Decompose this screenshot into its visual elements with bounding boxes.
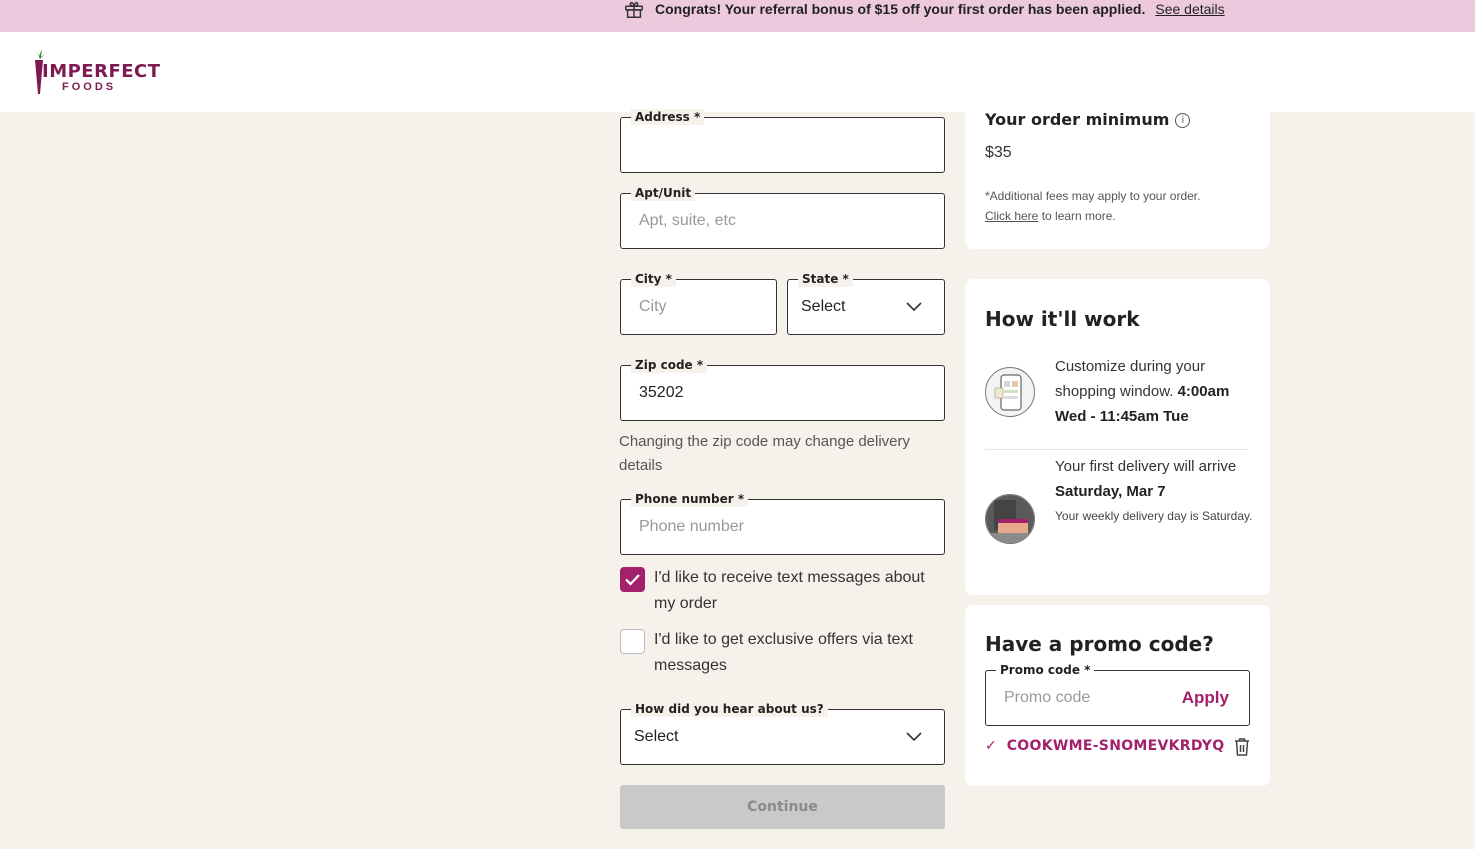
zip-code-label: Zip code * bbox=[631, 357, 708, 373]
step-shopping-window: Customize during your shopping window. 4… bbox=[985, 358, 1250, 447]
promo-code-title: Have a promo code? bbox=[985, 632, 1214, 656]
how-it-works-title: How it'll work bbox=[985, 307, 1140, 331]
address-field[interactable]: Address * bbox=[620, 109, 945, 173]
zip-helper-text: Changing the zip code may change deliver… bbox=[619, 433, 911, 474]
applied-promo-code: COOKWME-SNOMEVKRDYQ bbox=[1006, 737, 1225, 754]
zip-code-field[interactable]: Zip code * 35202 bbox=[620, 357, 945, 421]
applied-promo-row: ✓ COOKWME-SNOMEVKRDYQ bbox=[985, 737, 1251, 757]
step-delivery-text: Your first delivery will arrive Saturday… bbox=[1055, 454, 1255, 529]
state-select[interactable]: State * Select bbox=[787, 271, 945, 335]
apt-unit-field[interactable]: Apt/Unit Apt, suite, etc bbox=[620, 185, 945, 249]
check-icon: ✓ bbox=[985, 737, 997, 753]
referral-source-select[interactable]: How did you hear about us? Select bbox=[620, 701, 945, 765]
phone-app-icon bbox=[985, 367, 1035, 417]
promo-code-card: Have a promo code? Promo code * Promo co… bbox=[965, 605, 1270, 786]
phone-number-field[interactable]: Phone number * Phone number bbox=[620, 491, 945, 555]
step-shopping-text: Customize during your shopping window. 4… bbox=[1055, 354, 1255, 429]
checkmark-icon bbox=[624, 573, 640, 586]
state-label: State * bbox=[798, 271, 853, 287]
weekly-delivery-note: Your weekly delivery day is Saturday. bbox=[1055, 509, 1253, 523]
address-label: Address * bbox=[631, 109, 705, 125]
site-header: IMPERFECT FOODS bbox=[0, 32, 1475, 112]
order-minimum-note: *Additional fees may apply to your order… bbox=[985, 186, 1245, 226]
apt-unit-label: Apt/Unit bbox=[631, 185, 696, 201]
sms-order-checkbox[interactable] bbox=[620, 567, 645, 592]
order-minimum-card: Your order minimum i $35 *Additional fees… bbox=[965, 110, 1270, 249]
sms-offers-option: I'd like to get exclusive offers via tex… bbox=[620, 627, 949, 679]
apt-unit-placeholder: Apt, suite, etc bbox=[639, 212, 736, 229]
banner-message: Congrats! Your referral bonus of $15 off… bbox=[655, 1, 1146, 17]
gift-icon bbox=[625, 1, 643, 18]
info-icon[interactable]: i bbox=[1175, 113, 1191, 128]
trash-icon[interactable] bbox=[1233, 737, 1251, 757]
city-label: City * bbox=[631, 271, 676, 287]
click-here-link[interactable]: Click here bbox=[985, 209, 1038, 223]
apply-button[interactable]: Apply bbox=[1182, 688, 1229, 708]
sms-offers-text: I'd like to get exclusive offers via tex… bbox=[654, 631, 913, 674]
fees-note: *Additional fees may apply to your order… bbox=[985, 189, 1201, 203]
chevron-down-icon bbox=[906, 302, 922, 312]
how-it-works-card: How it'll work Customize during your sho… bbox=[965, 279, 1270, 595]
continue-button[interactable]: Continue bbox=[620, 785, 945, 829]
order-minimum-title-text: Your order minimum bbox=[985, 110, 1170, 129]
logo-wordmark: IMPERFECT bbox=[42, 61, 161, 82]
city-placeholder: City bbox=[639, 298, 667, 315]
promo-code-field[interactable]: Promo code * Promo code Apply bbox=[985, 662, 1250, 726]
sms-order-text: I'd like to receive text messages about … bbox=[654, 569, 925, 612]
order-minimum-title: Your order minimum i bbox=[985, 110, 1191, 129]
sms-offers-checkbox[interactable] bbox=[620, 629, 645, 654]
learn-more-text: to learn more. bbox=[1038, 209, 1116, 223]
promo-code-label: Promo code * bbox=[996, 662, 1095, 678]
first-delivery-line: Your first delivery will arrive bbox=[1055, 458, 1237, 475]
phone-number-label: Phone number * bbox=[631, 491, 749, 507]
phone-number-placeholder: Phone number bbox=[639, 518, 744, 535]
logo-subtitle: FOODS bbox=[62, 81, 117, 93]
see-details-link[interactable]: See details bbox=[1155, 1, 1224, 17]
sms-order-option: I'd like to receive text messages about … bbox=[620, 565, 949, 617]
chevron-down-icon bbox=[906, 732, 922, 742]
referral-source-label: How did you hear about us? bbox=[631, 701, 828, 717]
referral-source-value: Select bbox=[634, 728, 679, 745]
steps-divider bbox=[985, 449, 1248, 450]
zip-code-value: 35202 bbox=[639, 384, 684, 401]
referral-banner: Congrats! Your referral bonus of $15 off… bbox=[0, 0, 1475, 32]
city-field[interactable]: City * City bbox=[620, 271, 777, 335]
order-minimum-value: $35 bbox=[985, 144, 1012, 161]
step-first-delivery: Your first delivery will arrive Saturday… bbox=[985, 458, 1252, 564]
first-delivery-date: Saturday, Mar 7 bbox=[1055, 483, 1166, 500]
imperfect-foods-logo[interactable]: IMPERFECT FOODS bbox=[32, 48, 160, 98]
delivery-box-icon bbox=[985, 494, 1035, 544]
